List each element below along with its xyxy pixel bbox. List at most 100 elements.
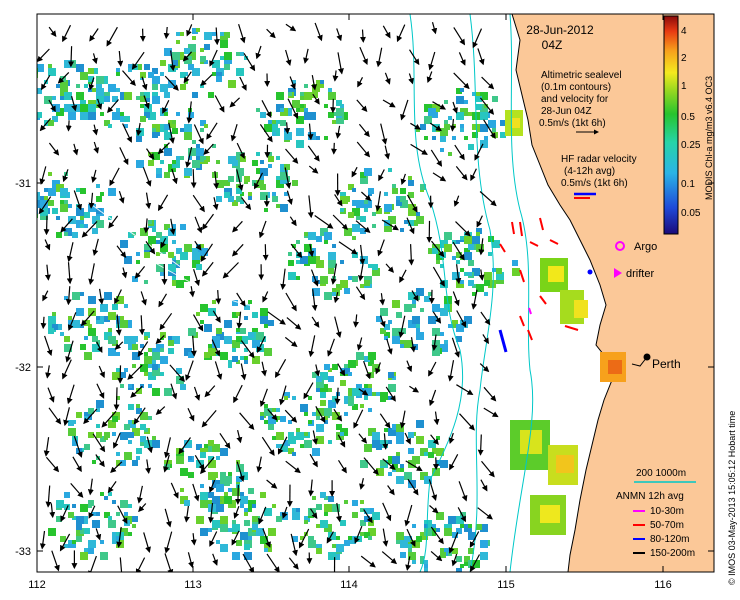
chlorophyll-pixel [456,556,462,562]
chlorophyll-pixel [424,528,432,536]
chlorophyll-pixel [372,432,380,440]
chlorophyll-pixel [164,148,172,156]
chlorophyll-pixel [140,364,148,372]
chlorophyll-pixel [216,456,220,460]
chlorophyll-pixel [116,368,120,372]
chlorophyll-pixel [328,376,334,382]
chlorophyll-pixel [152,84,158,90]
chlorophyll-pixel [316,524,320,528]
chlorophyll-pixel [336,108,344,116]
chlorophyll-pixel [136,260,140,264]
chlorophyll-pixel [404,472,412,480]
chlorophyll-pixel [132,516,138,522]
chlorophyll-pixel [324,232,332,240]
chlorophyll-pixel [244,520,250,526]
chlorophyll-pixel [128,404,134,410]
chlorophyll-pixel [252,312,258,318]
chlorophyll-pixel [248,508,252,512]
chlorophyll-pixel [320,392,326,398]
chlorophyll-pixel [108,348,116,356]
chlorophyll-pixel [456,112,464,120]
chlorophyll-pixel [116,72,120,76]
chlorophyll-pixel [296,240,300,244]
chlorophyll-pixel [200,448,204,452]
chlorophyll-pixel [488,252,492,256]
svg-text:10-30m: 10-30m [650,506,684,517]
chlorophyll-pixel [452,136,456,140]
chlorophyll-pixel [408,548,412,552]
chlorophyll-pixel [120,432,128,440]
chlorophyll-pixel [340,432,344,436]
chlorophyll-pixel [392,328,400,336]
chlorophyll-pixel [204,124,208,128]
chlorophyll-pixel [228,156,236,164]
chlorophyll-pixel [224,492,228,496]
chlorophyll-pixel [440,148,444,152]
chlorophyll-pixel [484,136,488,140]
chlorophyll-pixel [292,452,296,456]
chlorophyll-pixel [64,104,72,112]
chlorophyll-pixel [416,436,424,444]
chlorophyll-pixel [96,196,102,202]
chlorophyll-pixel [136,252,140,256]
chlorophyll-pixel [60,96,64,100]
chlorophyll-pixel [76,536,82,542]
chlorophyll-pixel [220,496,224,500]
chlorophyll-pixel [352,224,360,232]
chlorophyll-pixel [280,204,288,212]
chlorophyll-pixel [112,532,116,536]
chlorophyll-pixel [144,336,148,340]
svg-text:50-70m: 50-70m [650,520,684,531]
chlorophyll-pixel [136,96,140,100]
chlorophyll-pixel [328,496,334,502]
chlorophyll-pixel [80,188,86,194]
chlorophyll-pixel [124,452,132,460]
chlorophyll-pixel [200,492,208,500]
chlorophyll-pixel [468,112,472,116]
svg-text:0.05: 0.05 [681,208,701,219]
chlorophyll-pixel [304,108,308,112]
chlorophyll-pixel [336,424,342,430]
chlorophyll-pixel [264,420,268,424]
chlorophyll-pixel [92,520,100,528]
chlorophyll-pixel [232,520,236,524]
chlorophyll-pixel [100,540,104,544]
chlorophyll-pixel [168,252,174,258]
chlorophyll-pixel [436,260,440,264]
chlorophyll-pixel [468,260,474,266]
chlorophyll-pixel [112,500,116,504]
chlorophyll-pixel [96,432,102,438]
chlorophyll-pixel [40,196,44,200]
chlorophyll-pixel [416,328,420,332]
chlorophyll-pixel [216,160,220,164]
chlorophyll-pixel [180,488,184,492]
chlorophyll-pixel [156,168,162,174]
chlorophyll-pixel [80,104,88,112]
chlorophyll-pixel [468,272,472,276]
chlorophyll-pixel [408,208,416,216]
chlorophyll-pixel [172,276,176,280]
chlorophyll-pixel [108,492,112,496]
x-tick-label: 115 [497,579,515,591]
chlorophyll-pixel [37,192,40,200]
chlorophyll-pixel [132,276,138,282]
chlorophyll-pixel [328,252,336,260]
chlorophyll-pixel [300,108,304,112]
chlorophyll-pixel [68,512,74,518]
chlorophyll-pixel [140,104,144,108]
chlorophyll-pixel [224,496,232,504]
chlorophyll-pixel [456,96,464,104]
chlorophyll-pixel [248,196,252,200]
chlorophyll-pixel [124,116,130,122]
chlorophyll-pixel [236,312,240,316]
ocean-colour-map: 112 113 114 115 116 -31 -32 -33 28-Jun-2… [15,13,737,591]
chlorophyll-pixel [60,204,68,212]
chlorophyll-pixel [228,364,232,368]
svg-text:0.5m/s (1kt 6h): 0.5m/s (1kt 6h) [539,118,606,129]
chlorophyll-pixel [408,180,414,186]
chlorophyll-pixel [336,544,344,552]
chlorophyll-pixel [124,304,128,308]
chlorophyll-pixel [400,552,406,558]
chlorophyll-pixel [376,208,382,214]
chlorophyll-pixel [332,292,336,296]
